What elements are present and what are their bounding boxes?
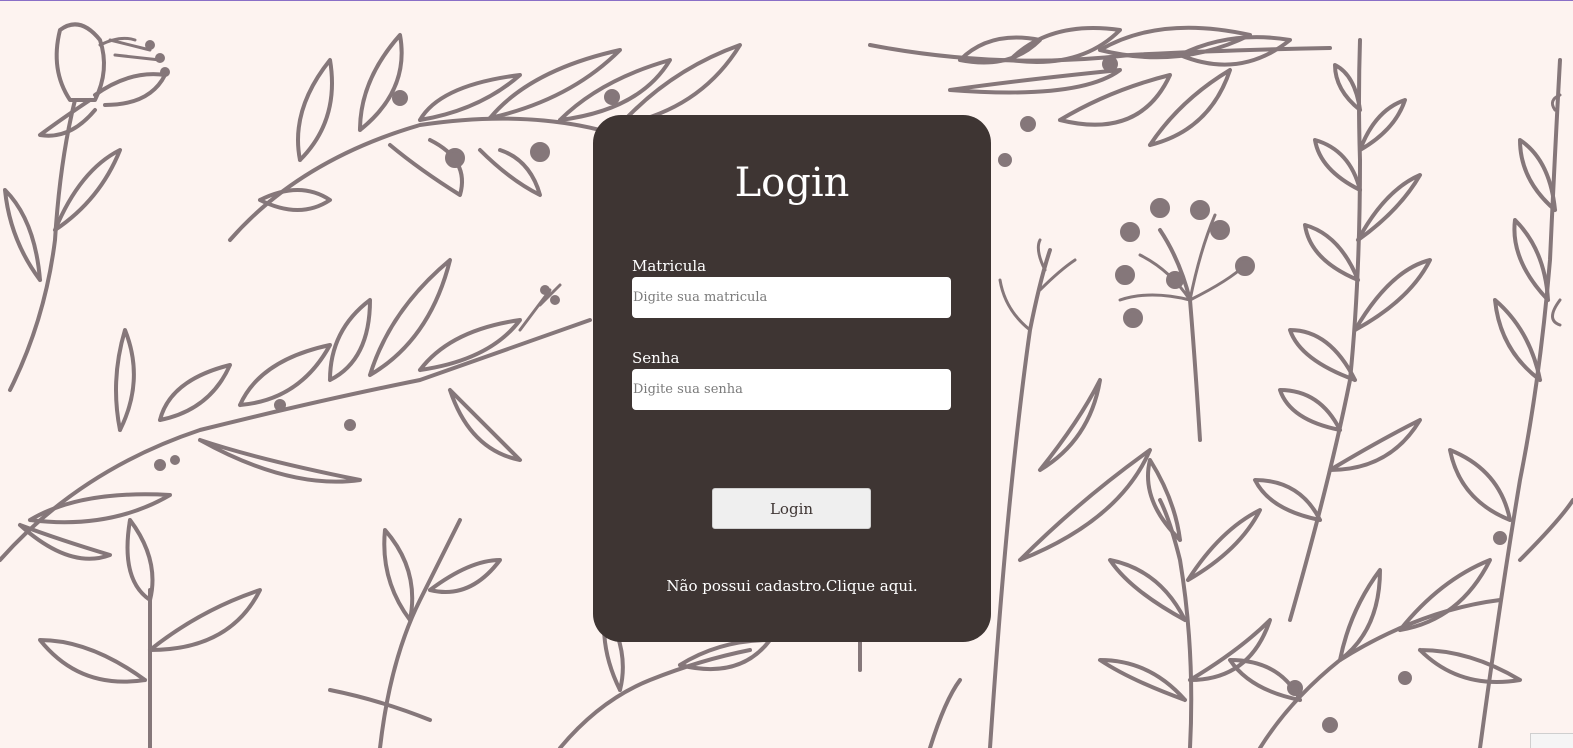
matricula-label: Matricula	[632, 257, 707, 275]
senha-label: Senha	[632, 349, 680, 367]
senha-input[interactable]	[632, 369, 951, 410]
signup-link[interactable]: Não possui cadastro.Clique aqui.	[593, 577, 991, 595]
login-title: Login	[734, 160, 850, 206]
matricula-input[interactable]	[632, 277, 951, 318]
login-button[interactable]: Login	[712, 488, 871, 529]
corner-widget	[1530, 733, 1573, 748]
